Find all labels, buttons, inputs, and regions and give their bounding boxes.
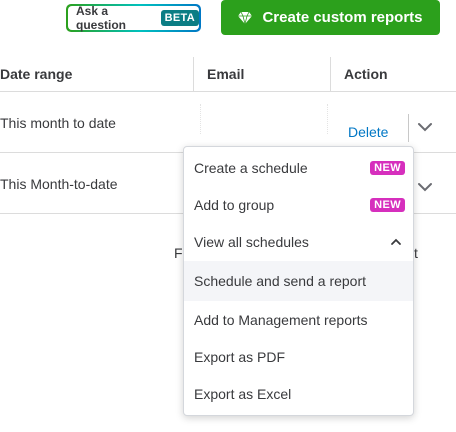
- menu-item-label: Schedule and send a report: [194, 273, 367, 289]
- row-2-date-range: This Month-to-date: [0, 176, 118, 192]
- ask-a-question-button[interactable]: Ask a question BETA: [66, 4, 201, 32]
- ask-a-question-label: Ask a question: [76, 4, 126, 32]
- row-1-date-range: This month to date: [0, 115, 116, 131]
- menu-item-label: Export as PDF: [194, 349, 286, 365]
- menu-item-label: View all schedules: [194, 234, 309, 250]
- pagination-fragment: t: [414, 245, 418, 261]
- ask-a-question-inner: Ask a question BETA: [68, 4, 199, 32]
- new-badge: NEW: [370, 198, 405, 212]
- row-2-chevron-down-icon[interactable]: [416, 178, 434, 196]
- create-custom-reports-button[interactable]: Create custom reports: [221, 0, 440, 35]
- menu-item-add-to-management-reports[interactable]: Add to Management reports: [184, 301, 413, 339]
- menu-item-label: Add to Management reports: [194, 312, 368, 328]
- column-header-action[interactable]: Action: [344, 66, 388, 82]
- row-1-email-cell: [200, 104, 328, 134]
- diamond-icon: [238, 11, 253, 24]
- menu-item-schedule-and-send-a-report[interactable]: Schedule and send a report: [184, 261, 413, 301]
- menu-item-add-to-group[interactable]: Add to group NEW: [184, 186, 413, 224]
- menu-item-label: Create a schedule: [194, 160, 308, 176]
- menu-item-export-as-excel[interactable]: Export as Excel: [184, 375, 413, 413]
- chevron-up-icon: [389, 235, 403, 249]
- menu-item-view-all-schedules[interactable]: View all schedules: [184, 223, 413, 261]
- row-1-chevron-down-icon[interactable]: [416, 118, 434, 136]
- action-divider: [408, 114, 409, 142]
- pagination-fragment: F: [174, 245, 183, 261]
- menu-item-label: Export as Excel: [194, 386, 292, 402]
- beta-badge: BETA: [160, 10, 199, 26]
- column-divider: [330, 57, 331, 91]
- column-header-date-range[interactable]: Date range: [0, 66, 72, 82]
- new-badge: NEW: [370, 161, 405, 175]
- menu-item-label: Add to group: [194, 197, 275, 213]
- create-custom-reports-label: Create custom reports: [262, 9, 423, 26]
- menu-item-export-as-pdf[interactable]: Export as PDF: [184, 338, 413, 376]
- row-actions-dropdown-menu: Create a schedule NEW Add to group NEW V…: [183, 146, 414, 416]
- column-header-email[interactable]: Email: [207, 66, 244, 82]
- menu-item-create-a-schedule[interactable]: Create a schedule NEW: [184, 149, 413, 187]
- header-divider: [0, 91, 456, 92]
- column-divider: [193, 57, 194, 91]
- delete-link[interactable]: Delete: [348, 124, 388, 140]
